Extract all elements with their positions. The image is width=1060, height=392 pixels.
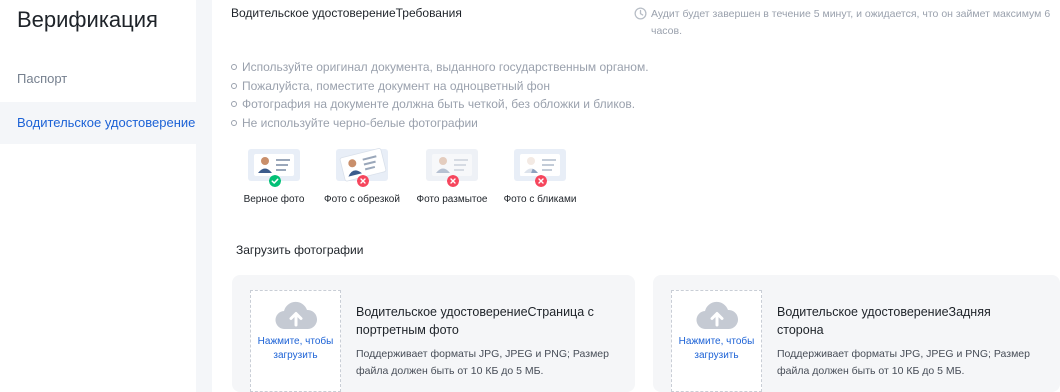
sample-glare: Фото с бликами [495,146,585,205]
cross-icon [535,175,547,187]
sample-cropped: Фото с обрезкой [317,146,407,205]
requirement-text: Пожалуйста, поместите документ на одноцв… [242,78,550,93]
requirements-list: Используйте оригинал документа, выданног… [231,58,649,132]
requirement-text: Не используйте черно-белые фотографии [242,115,478,130]
upload-card-front: Нажмите, чтобы загрузить Водительское уд… [232,275,635,392]
list-item: Не используйте черно-белые фотографии [231,114,649,133]
audit-notice: Аудит будет завершен в течение 5 минут, … [634,6,1060,40]
list-item: Пожалуйста, поместите документ на одноцв… [231,77,649,96]
card-hint: Поддерживает форматы JPG, JPEG и PNG; Ра… [356,348,609,377]
sidebar: Верификация Паспорт Водительское удостов… [0,0,196,392]
list-item: Фотография на документе должна быть четк… [231,95,649,114]
bullet-icon [231,119,237,126]
sample-label: Фото с бликами [503,194,577,205]
main-panel: Водительское удостоверениеТребования Ауд… [212,0,1060,392]
sidebar-item-drivers-license[interactable]: Водительское удостоверение [0,102,196,144]
page-title: Верификация [17,7,158,32]
sample-label: Фото с обрезкой [324,194,400,205]
upload-cloud-icon [696,301,738,330]
card-title: Водительское удостоверениеЗадняя сторона [777,305,991,337]
sample-label: Фото размытое [416,194,488,205]
sample-blurry: Фото размытое [407,146,497,205]
sample-label: Верное фото [243,194,305,205]
upload-heading: Загрузить фотографии [236,243,364,257]
sidebar-item-passport[interactable]: Паспорт [0,59,196,99]
upload-cloud-icon [275,301,317,330]
upload-dropzone-back[interactable]: Нажмите, чтобы загрузить [671,290,762,392]
bullet-icon [231,64,237,71]
card-hint: Поддерживает форматы JPG, JPEG и PNG; Ра… [777,348,1030,377]
audit-text: Аудит будет завершен в течение 5 минут, … [651,8,1051,37]
clock-icon [634,7,647,20]
upload-card-back: Нажмите, чтобы загрузить Водительское уд… [653,275,1060,392]
bullet-icon [231,101,237,108]
requirement-text: Используйте оригинал документа, выданног… [242,60,649,74]
upload-link[interactable]: Нажмите, чтобы загрузить [251,335,340,363]
upload-dropzone-front[interactable]: Нажмите, чтобы загрузить [250,290,341,392]
document-title: Водительское удостоверениеТребования [231,6,462,20]
requirement-text: Фотография на документе должна быть четк… [242,97,636,111]
upload-link[interactable]: Нажмите, чтобы загрузить [672,335,761,363]
list-item: Используйте оригинал документа, выданног… [231,58,649,77]
check-icon [269,175,281,187]
card-title: Водительское удостоверениеСтраница с пор… [356,305,594,337]
cross-icon [357,175,369,187]
bullet-icon [231,82,237,89]
cross-icon [447,175,459,187]
sample-correct: Верное фото [229,146,319,205]
